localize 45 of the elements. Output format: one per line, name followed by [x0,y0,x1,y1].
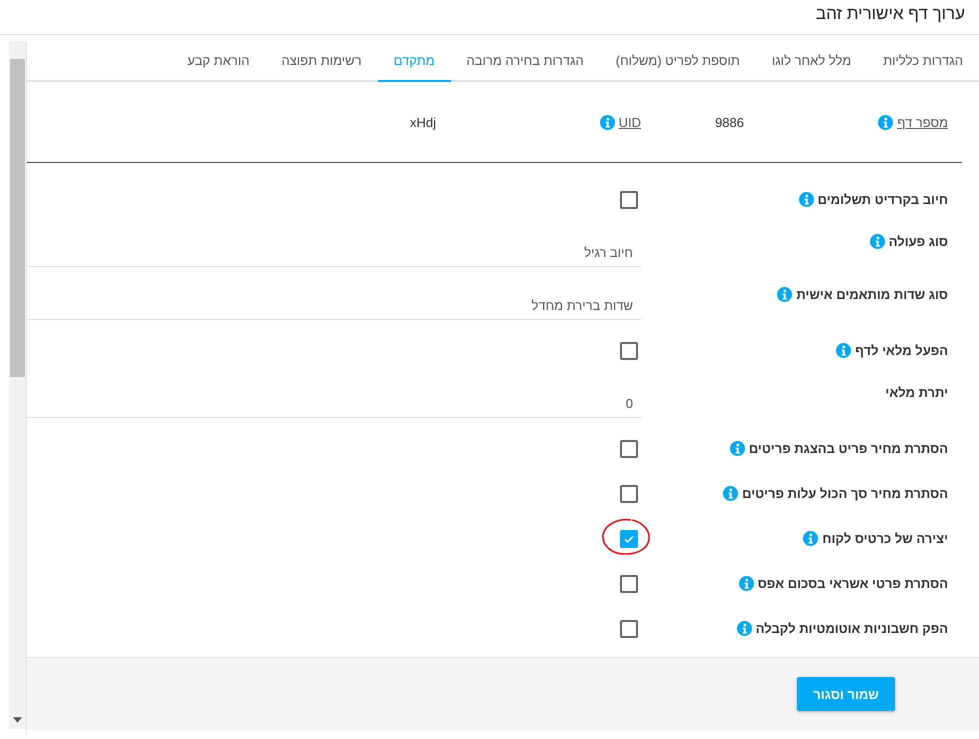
info-icon[interactable] [777,287,792,302]
checkbox[interactable] [620,484,638,502]
field-label: יתרת מלאי [885,385,948,400]
checkbox[interactable] [620,190,638,208]
field-label: הפק חשבוניות אוטומטיות לקבלה [756,621,948,636]
field-value: xHdj [408,114,436,130]
tab[interactable]: מלל לאחר לוגו [756,41,868,82]
tab[interactable]: הגדרות בחירה מרובה [450,41,600,82]
info-icon[interactable] [600,114,615,130]
tab[interactable]: רשימות תפוצה [265,41,378,82]
tab[interactable]: הוראת קבע [171,41,266,82]
scroll-down-icon[interactable] [13,717,22,723]
info-icon[interactable] [836,343,852,358]
tab[interactable]: תוספת לפריט (משלוח) [600,41,756,82]
input-field[interactable]: 0 [27,391,641,418]
checkbox[interactable] [620,440,638,458]
info-icon[interactable] [736,621,752,636]
info-icon[interactable] [870,234,885,249]
field-label: הפעל מלאי לדף [855,343,948,358]
info-icon[interactable] [878,114,894,130]
tab[interactable]: הגדרות כלליות [867,41,979,82]
info-link[interactable]: UID [618,114,641,130]
checkbox[interactable] [620,574,638,592]
field-label: הסתרת מחיר פריט בהצגת פריטים [748,441,948,456]
info-icon[interactable] [738,576,754,591]
checkbox[interactable] [620,342,638,360]
field-label: חיוב בקרדיט תשלומים [818,192,948,207]
info-icon[interactable] [803,531,818,546]
field-label: יצירה של כרטיס לקוח [822,531,948,546]
info-icon[interactable] [723,486,738,501]
select-field[interactable]: שדות ברירת מחדל [27,293,641,320]
field-value: 9886 [714,114,744,130]
select-field[interactable]: חיוב רגיל [27,240,641,267]
field-label: הסתרת פרטי אשראי בסכום אפס [758,576,948,591]
info-link[interactable]: מספר דף [897,114,948,130]
scrollbar-thumb[interactable] [10,59,25,377]
field-label: סוג פעולה [888,234,948,249]
field-label: סוג שדות מותאמים אישית [796,287,948,302]
checkbox[interactable] [620,530,638,548]
checkbox[interactable] [620,620,638,638]
info-icon[interactable] [730,441,745,456]
scrollbar[interactable] [9,41,26,729]
window-title: ערוך דף אישורית זהב [816,4,965,24]
info-icon[interactable] [798,192,814,207]
field-label: הסתרת מחיר סך הכול עלות פריטים [742,486,948,501]
